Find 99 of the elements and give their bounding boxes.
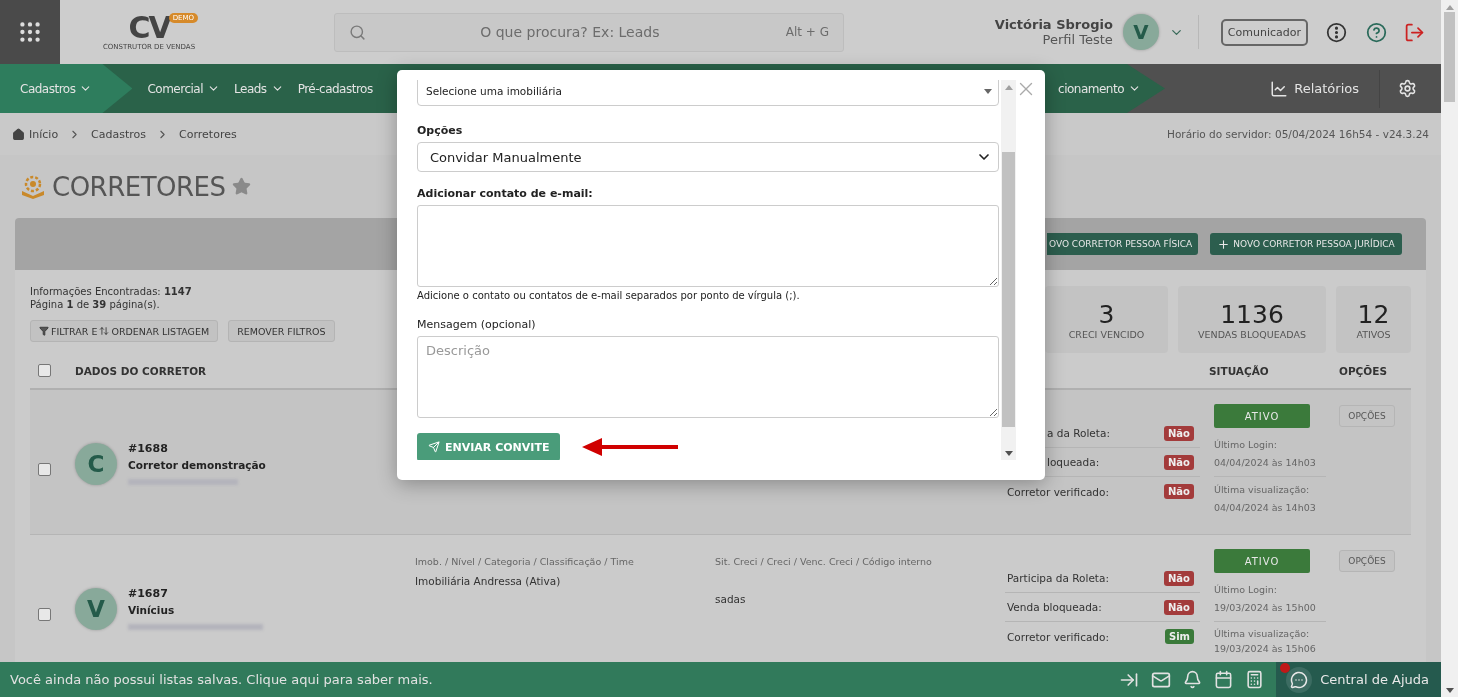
last-view-label: Última visualização: (1214, 627, 1311, 641)
status-badge: Não (1164, 454, 1194, 470)
broker-code: #1687 (128, 587, 169, 600)
nav-menu-item[interactable]: cionamento (1058, 64, 1141, 113)
status-badge: Não (1164, 599, 1194, 615)
nav-menu-item[interactable]: Leads (227, 64, 291, 113)
options-select[interactable]: Convidar Manualmente (417, 142, 999, 172)
broker-avatar: C (75, 442, 117, 485)
user-avatar[interactable]: V (1122, 14, 1159, 50)
reports-menu-item[interactable]: Relatórios (1250, 64, 1379, 113)
stat-value: 12 (1357, 299, 1390, 329)
plus-icon (1217, 237, 1231, 251)
stat-label: ATIVOS (1356, 328, 1391, 340)
stat-value: 3 (1098, 299, 1115, 329)
remove-filters-button[interactable]: REMOVER FILTROS (228, 320, 335, 342)
nav-menu-item[interactable]: Cadastros (0, 64, 133, 113)
row-checkbox[interactable] (38, 608, 51, 621)
calculator-icon[interactable] (1245, 670, 1265, 689)
creci-value: sadas (715, 593, 747, 605)
flag-label: Venda bloqueada: (1007, 601, 1102, 613)
flag-label: Corretor verificado: (1007, 485, 1109, 498)
email-input[interactable] (417, 205, 999, 287)
server-time: Horário do servidor: 05/04/2024 16h54 - v24.3.24 (1167, 128, 1429, 140)
home-icon (12, 127, 25, 141)
help-icon[interactable] (1366, 21, 1387, 43)
flag-label: loqueada: (1047, 456, 1100, 468)
options-button[interactable]: OPÇÕES (1339, 550, 1395, 572)
flag-label: Corretor verificado: (1007, 630, 1109, 643)
star-icon[interactable] (231, 177, 251, 196)
last-view-date: 04/04/2024 às 14h03 (1214, 501, 1317, 515)
stat-value: 1136 (1220, 299, 1284, 329)
new-broker-button[interactable]: OVO CORRETOR PESSOA FÍSICA (1047, 233, 1199, 255)
field-label: Mensagem (opcional) (417, 318, 537, 331)
last-login-date: 04/04/2024 às 14h03 (1214, 456, 1317, 470)
breadcrumb-link[interactable]: Início (12, 127, 59, 141)
bell-icon[interactable] (1183, 670, 1203, 689)
last-view-date: 19/03/2024 às 15h06 (1214, 642, 1317, 656)
filter-button[interactable]: FILTRAR E ORDENAR LISTAGEM (30, 320, 219, 342)
agency-select[interactable]: Selecione uma imobiliária (417, 80, 999, 106)
user-profile: Perfil Teste (1042, 32, 1113, 47)
field-caption: Imob. / Nível / Categoria / Classificação / Time (415, 556, 635, 567)
user-name: Victória Sbrogio (994, 17, 1113, 32)
agency-name: Imobiliária Andressa (Ativa) (415, 575, 562, 587)
broker-name: Corretor demonstração (128, 459, 266, 471)
message-input[interactable]: Descrição (417, 336, 999, 418)
status-badge: Sim (1164, 629, 1194, 644)
line-chart-icon (1270, 79, 1289, 98)
last-view-label: Última visualização: (1214, 483, 1311, 497)
field-label: Opções (417, 124, 464, 137)
stat-label: VENDAS BLOQUEADAS (1198, 328, 1306, 340)
stat-label: CRECI VENCIDO (1068, 328, 1145, 340)
results-count: Informações Encontradas: 1147 (30, 286, 193, 297)
last-login-label: Último Login: (1214, 583, 1278, 597)
broker-avatar: V (75, 587, 117, 630)
flag-label: a da Roleta: (1047, 427, 1110, 439)
status-badge: Não (1164, 570, 1194, 586)
column-header: DADOS DO CORRETOR (74, 364, 208, 377)
status-badge: Não (1164, 484, 1194, 499)
help-text: Adicione o contato ou contatos de e-mail separados por ponto de vírgula (;). (417, 290, 801, 301)
last-login-label: Último Login: (1214, 438, 1278, 452)
page-title: CORRETORES (52, 171, 226, 202)
breadcrumb-link[interactable]: Corretores (179, 127, 237, 141)
nav-menu-item[interactable]: Comercial (140, 64, 228, 113)
search-icon (349, 23, 366, 41)
send-icon (428, 441, 440, 453)
calendar-icon[interactable] (1214, 670, 1234, 689)
broker-icon (20, 174, 46, 199)
apps-menu-button[interactable] (0, 0, 60, 64)
broker-name: Vinícius (128, 604, 176, 616)
chat-icon (1286, 666, 1313, 693)
logo-mark: CV (128, 13, 170, 43)
send-invite-button[interactable]: ENVIAR CONVITE (417, 433, 561, 460)
column-header: OPÇÕES (1338, 364, 1388, 377)
status-badge: Não (1164, 425, 1194, 441)
logout-icon[interactable] (1404, 21, 1425, 43)
status-button[interactable]: ATIVO (1214, 549, 1310, 573)
sort-icon (99, 326, 110, 336)
column-header: SITUAÇÃO (1208, 364, 1270, 377)
nav-menu-item[interactable]: Pré-cadastros (290, 64, 380, 113)
broker-code: #1688 (128, 442, 169, 455)
dropdown-arrow-icon (984, 88, 992, 94)
communicator-button[interactable]: Comunicador (1220, 18, 1308, 46)
status-button[interactable]: ATIVO (1214, 404, 1310, 428)
field-caption: Sit. Creci / Creci / Venc. Creci / Código interno (715, 556, 933, 567)
breadcrumb-link[interactable]: Cadastros (91, 127, 147, 141)
search-field[interactable]: O que procura? Ex: Leads Alt + G (334, 12, 844, 52)
filter-icon (39, 326, 49, 336)
saved-lists-link[interactable]: Você ainda não possui listas salvas. Clique aqui para saber mais. (0, 672, 433, 687)
grid-icon (17, 19, 43, 45)
options-button[interactable]: OPÇÕES (1339, 405, 1395, 427)
field-label: Adicionar contato de e-mail: (417, 187, 594, 200)
row-checkbox[interactable] (38, 463, 51, 476)
select-all-checkbox[interactable] (38, 364, 51, 377)
help-center-button[interactable]: Central de Ajuda (1276, 662, 1441, 697)
last-login-date: 19/03/2024 às 15h00 (1214, 601, 1317, 615)
flag-label: Participa da Roleta: (1007, 572, 1109, 584)
page-count: Página 1 de 39 página(s). (30, 299, 161, 310)
more-options-icon[interactable] (1326, 21, 1347, 43)
new-broker-button[interactable]: NOVO CORRETOR PESSOA JURÍDICA (1210, 233, 1402, 255)
